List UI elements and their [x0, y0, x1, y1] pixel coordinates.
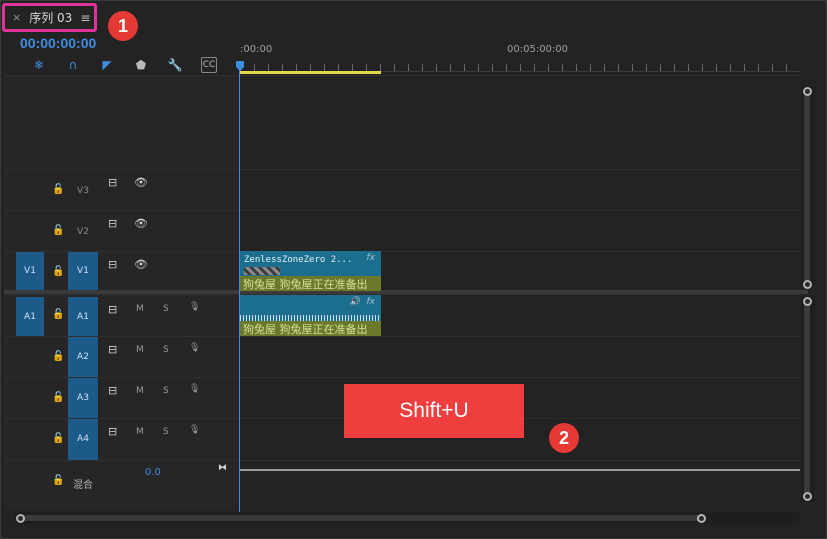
ruler-start-label: :00:00: [240, 44, 273, 55]
clip-label: 狗兔屋 狗兔屋正在准备出: [240, 276, 381, 291]
speaker-icon: 🔊: [349, 297, 361, 307]
scroll-handle-bottom[interactable]: [803, 492, 812, 501]
mute-button[interactable]: M: [136, 304, 144, 314]
timeline-toolbar: ❄ ∩ ◤ ⬟ 🔧 CC: [22, 57, 217, 73]
audio-scroll-thumb[interactable]: [804, 302, 810, 496]
video-scroll-thumb[interactable]: [804, 93, 810, 283]
panel-menu-icon[interactable]: ≡: [80, 11, 90, 25]
sync-lock-icon[interactable]: ⊟: [108, 217, 117, 230]
close-icon[interactable]: ×: [12, 11, 21, 24]
shortcut-callout: Shift+U: [344, 384, 524, 438]
sync-lock-icon[interactable]: ⊟: [108, 303, 117, 316]
track-name-v3[interactable]: V3: [68, 186, 98, 196]
track-name-a3[interactable]: A3: [68, 378, 98, 418]
lock-icon[interactable]: 🔓: [52, 433, 64, 444]
track-v3: 🔓 V3 ⊟ 👁: [4, 169, 800, 210]
sync-lock-icon[interactable]: ⊟: [108, 425, 117, 438]
mix-goto-icon[interactable]: ⧓: [218, 463, 227, 473]
lock-icon[interactable]: 🔓: [52, 475, 64, 486]
microphone-icon[interactable]: 🎙: [189, 302, 200, 312]
fx-badge: fx: [366, 253, 376, 263]
zoom-handle-right[interactable]: [697, 514, 706, 523]
microphone-icon[interactable]: 🎙: [189, 343, 200, 353]
fx-badge: fx: [366, 297, 376, 307]
track-header-v2: 🔓 V2 ⊟ 👁: [4, 211, 238, 251]
mute-button[interactable]: M: [136, 345, 144, 355]
eye-icon[interactable]: 👁: [134, 217, 148, 230]
mix-volume-line[interactable]: [240, 469, 800, 471]
clip-thumbnail: [244, 267, 280, 275]
track-header-v3: 🔓 V3 ⊟ 👁: [4, 170, 238, 210]
track-a1: A1 🔓 A1 ⊟ M S 🎙: [4, 294, 800, 337]
sync-lock-icon[interactable]: ⊟: [108, 258, 117, 271]
track-space: [4, 75, 800, 169]
mix-volume-value[interactable]: 0.0: [145, 467, 161, 478]
track-v2: 🔓 V2 ⊟ 👁: [4, 210, 800, 251]
microphone-icon[interactable]: 🎙: [189, 425, 200, 435]
track-name-v2[interactable]: V2: [68, 227, 98, 237]
solo-button[interactable]: S: [163, 427, 169, 437]
time-ruler[interactable]: :00:00 00:05:00:00: [240, 40, 800, 74]
mix-label: 混合: [73, 480, 93, 491]
playhead-timecode[interactable]: 00:00:00:00: [20, 35, 96, 51]
solo-button[interactable]: S: [163, 386, 169, 396]
horizontal-scroll-thumb[interactable]: [22, 515, 702, 521]
step-badge-1: 1: [108, 11, 138, 41]
track-header-mix: 🔓 混合 ⧓: [4, 461, 238, 510]
sequence-tab[interactable]: × 序列 03 ≡: [2, 3, 97, 32]
source-patch-a1[interactable]: A1: [16, 297, 44, 337]
mute-button[interactable]: M: [136, 386, 144, 396]
eye-icon[interactable]: 👁: [134, 176, 148, 189]
playhead-line[interactable]: [239, 66, 240, 512]
step-badge-2: 2: [549, 423, 579, 453]
track-mix: 🔓 混合 ⧓: [4, 460, 800, 510]
linked-selection-icon[interactable]: ∩: [56, 57, 90, 73]
track-header-a1: A1 🔓 A1 ⊟ M S 🎙: [4, 295, 238, 337]
scroll-handle-top[interactable]: [803, 297, 812, 306]
track-header-v1: V1 🔓 V1 ⊟ 👁: [4, 252, 238, 291]
ruler-mark-label: 00:05:00:00: [507, 44, 569, 55]
lock-icon[interactable]: 🔓: [52, 309, 64, 320]
sync-lock-icon[interactable]: ⊟: [108, 176, 117, 189]
clip-name: ZenlessZoneZero 2...: [244, 255, 353, 265]
work-area-bar[interactable]: [240, 71, 381, 74]
track-name-a2[interactable]: A2: [68, 337, 98, 377]
eye-icon[interactable]: 👁: [134, 258, 148, 271]
sequence-title: 序列 03: [29, 11, 73, 25]
track-header-a4: 🔓 A4 ⊟ M S 🎙: [4, 419, 238, 460]
scroll-handle-bottom[interactable]: [803, 280, 812, 289]
track-header-a2: 🔓 A2 ⊟ M S 🎙: [4, 337, 238, 377]
solo-button[interactable]: S: [163, 345, 169, 355]
lock-icon[interactable]: 🔓: [52, 392, 64, 403]
solo-button[interactable]: S: [163, 304, 169, 314]
lock-icon[interactable]: 🔓: [52, 184, 64, 195]
track-a2: 🔓 A2 ⊟ M S 🎙: [4, 336, 800, 377]
lock-icon[interactable]: 🔓: [52, 266, 64, 277]
source-patch-v1[interactable]: V1: [16, 252, 44, 291]
track-name-v1[interactable]: V1: [68, 252, 98, 291]
lock-icon[interactable]: 🔓: [52, 225, 64, 236]
clip-label: 狗兔屋 狗兔屋正在准备出: [240, 321, 381, 336]
track-v1: V1 🔓 V1 ⊟ 👁: [4, 251, 800, 291]
sync-lock-icon[interactable]: ⊟: [108, 343, 117, 356]
video-clip[interactable]: ZenlessZoneZero 2... fx 狗兔屋 狗兔屋正在准备出: [240, 251, 381, 291]
snap-icon[interactable]: ❄: [22, 57, 56, 73]
add-marker-icon[interactable]: ◤: [90, 57, 124, 73]
track-name-a1[interactable]: A1: [68, 297, 98, 337]
zoom-handle-left[interactable]: [16, 514, 25, 523]
lock-icon[interactable]: 🔓: [52, 351, 64, 362]
mute-button[interactable]: M: [136, 427, 144, 437]
sync-lock-icon[interactable]: ⊟: [108, 384, 117, 397]
track-name-a4[interactable]: A4: [68, 419, 98, 460]
wrench-icon[interactable]: 🔧: [158, 57, 192, 73]
microphone-icon[interactable]: 🎙: [189, 384, 200, 394]
track-header-a3: 🔓 A3 ⊟ M S 🎙: [4, 378, 238, 418]
marker-icon[interactable]: ⬟: [124, 57, 158, 73]
scroll-handle-top[interactable]: [803, 87, 812, 96]
captions-icon[interactable]: CC: [201, 57, 217, 73]
audio-clip[interactable]: 🔊 fx 狗兔屋 狗兔屋正在准备出: [240, 295, 381, 336]
